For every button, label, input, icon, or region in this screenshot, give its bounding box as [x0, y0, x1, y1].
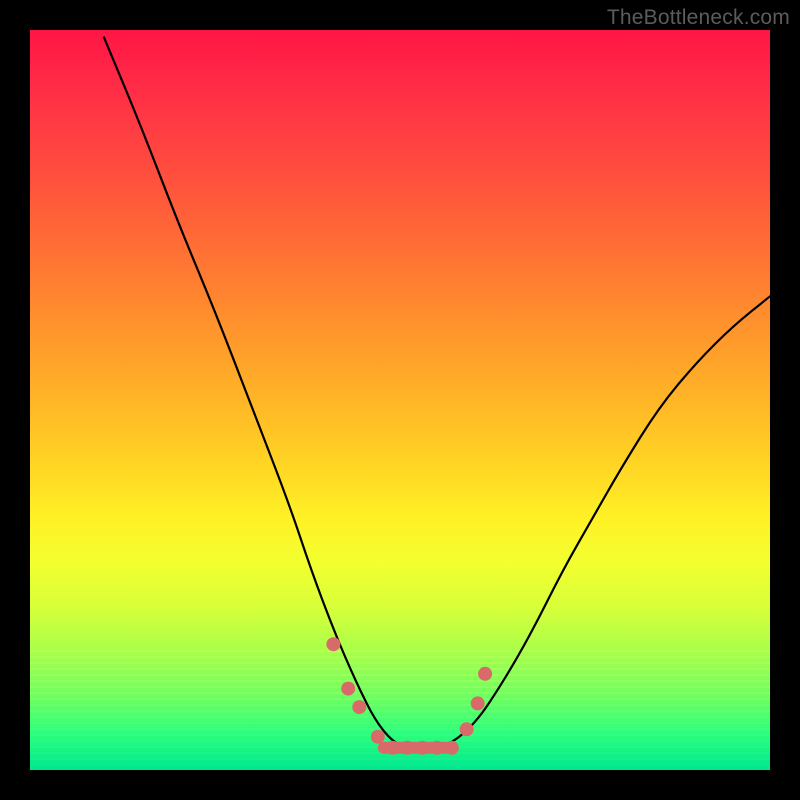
marker-dot [478, 667, 492, 681]
chart-frame: TheBottleneck.com [0, 0, 800, 800]
marker-dot [415, 741, 429, 755]
marker-dot [386, 741, 400, 755]
marker-dot [352, 700, 366, 714]
watermark-text: TheBottleneck.com [607, 6, 790, 30]
plot-area [30, 30, 770, 770]
marker-dot [326, 637, 340, 651]
marker-dot [400, 741, 414, 755]
bottleneck-curve [104, 37, 770, 747]
bottleneck-curve-svg [30, 30, 770, 770]
marker-dot [445, 741, 459, 755]
marker-dot [371, 730, 385, 744]
marker-dot [430, 741, 444, 755]
marker-dot [341, 682, 355, 696]
marker-group [326, 637, 492, 755]
marker-dot [471, 696, 485, 710]
marker-dot [460, 722, 474, 736]
